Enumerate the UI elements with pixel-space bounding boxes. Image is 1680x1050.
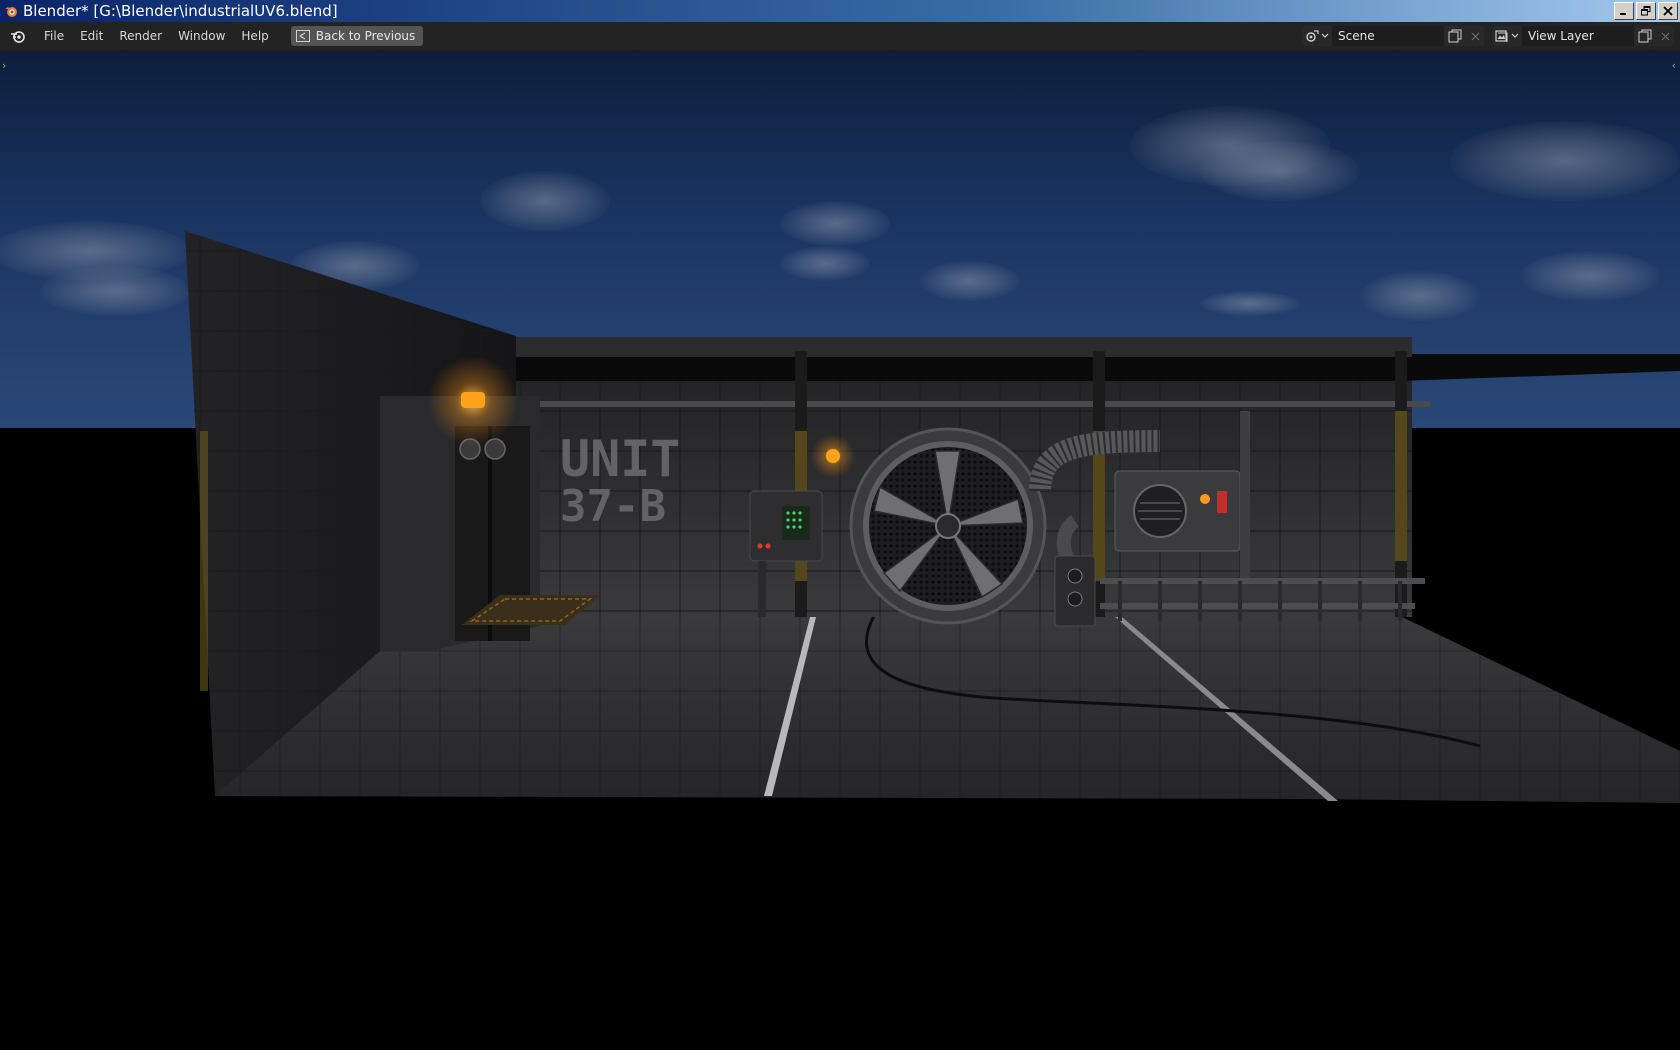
chevron-down-icon — [1511, 33, 1519, 38]
fan-hub — [935, 513, 961, 539]
back-to-previous-button[interactable]: Back to Previous — [290, 26, 424, 46]
left-wall-hazard — [200, 431, 208, 691]
rendered-scene: UNIT 37-B — [185, 231, 1680, 803]
remove-view-layer-button[interactable] — [1656, 26, 1674, 46]
menu-file[interactable]: File — [36, 25, 72, 47]
screen-back-icon — [295, 30, 310, 42]
view-layer-selector: View Layer — [1492, 26, 1674, 46]
blender-window: Blender* [G:\Blender\industrialUV6.blend… — [0, 0, 1680, 1050]
topbar-right-controls: Scene View Layer — [1302, 26, 1674, 46]
window-titlebar[interactable]: Blender* [G:\Blender\industrialUV6.blend… — [0, 0, 1680, 22]
unit-sign-line1: UNIT — [560, 430, 680, 488]
unlink-scene-button[interactable] — [1466, 26, 1484, 46]
view-layer-type-dropdown[interactable] — [1492, 26, 1522, 46]
duplicate-icon — [1448, 29, 1462, 43]
menu-help[interactable]: Help — [233, 25, 276, 47]
window-title: Blender* [G:\Blender\industrialUV6.blend… — [23, 2, 338, 20]
close-window-button[interactable] — [1658, 2, 1678, 20]
menu-render[interactable]: Render — [111, 25, 170, 47]
wall-top-trim — [516, 337, 1412, 357]
blender-app-icon — [3, 3, 19, 19]
wall-lamp — [461, 392, 485, 408]
overhead-pipe — [500, 401, 1430, 407]
minimize-button[interactable] — [1614, 2, 1634, 20]
new-scene-button[interactable] — [1444, 26, 1466, 46]
small-wall-lamp — [826, 449, 840, 463]
header-collapse-icon[interactable]: ⌄ — [1658, 51, 1666, 53]
menu-window[interactable]: Window — [170, 25, 233, 47]
scene-type-dropdown[interactable] — [1302, 26, 1332, 46]
scene-selector: Scene — [1302, 26, 1484, 46]
scene-icon — [1306, 30, 1319, 42]
view-layer-name-field[interactable]: View Layer — [1522, 26, 1634, 46]
duplicate-icon — [1638, 29, 1652, 43]
blender-topbar: File Edit Render Window Help Back to Pre… — [0, 22, 1680, 51]
back-to-previous-label: Back to Previous — [315, 29, 416, 43]
close-icon — [1471, 32, 1479, 40]
generator-red-switch — [1217, 491, 1227, 513]
restore-button[interactable] — [1636, 2, 1656, 20]
control-box-stand — [758, 561, 766, 617]
right-panel-toggle-icon[interactable]: ‹ — [1672, 59, 1676, 72]
scene-name-field[interactable]: Scene — [1332, 26, 1444, 46]
blender-logo-icon[interactable] — [8, 26, 28, 46]
vertical-pipe — [1240, 411, 1250, 581]
control-screen — [782, 506, 810, 540]
render-layers-icon — [1495, 30, 1508, 42]
hazard-stripe — [1395, 411, 1407, 561]
chevron-down-icon — [1321, 33, 1329, 38]
generator-light — [1200, 494, 1210, 504]
menu-edit[interactable]: Edit — [72, 25, 111, 47]
new-view-layer-button[interactable] — [1634, 26, 1656, 46]
window-controls — [1614, 2, 1678, 20]
unit-sign-line2: 37-B — [560, 481, 666, 532]
render-viewport[interactable]: UNIT 37-B › ‹ — [0, 51, 1680, 1050]
gauge-box — [1054, 555, 1096, 627]
close-icon — [1661, 32, 1669, 40]
left-panel-toggle-icon[interactable]: › — [2, 59, 6, 72]
